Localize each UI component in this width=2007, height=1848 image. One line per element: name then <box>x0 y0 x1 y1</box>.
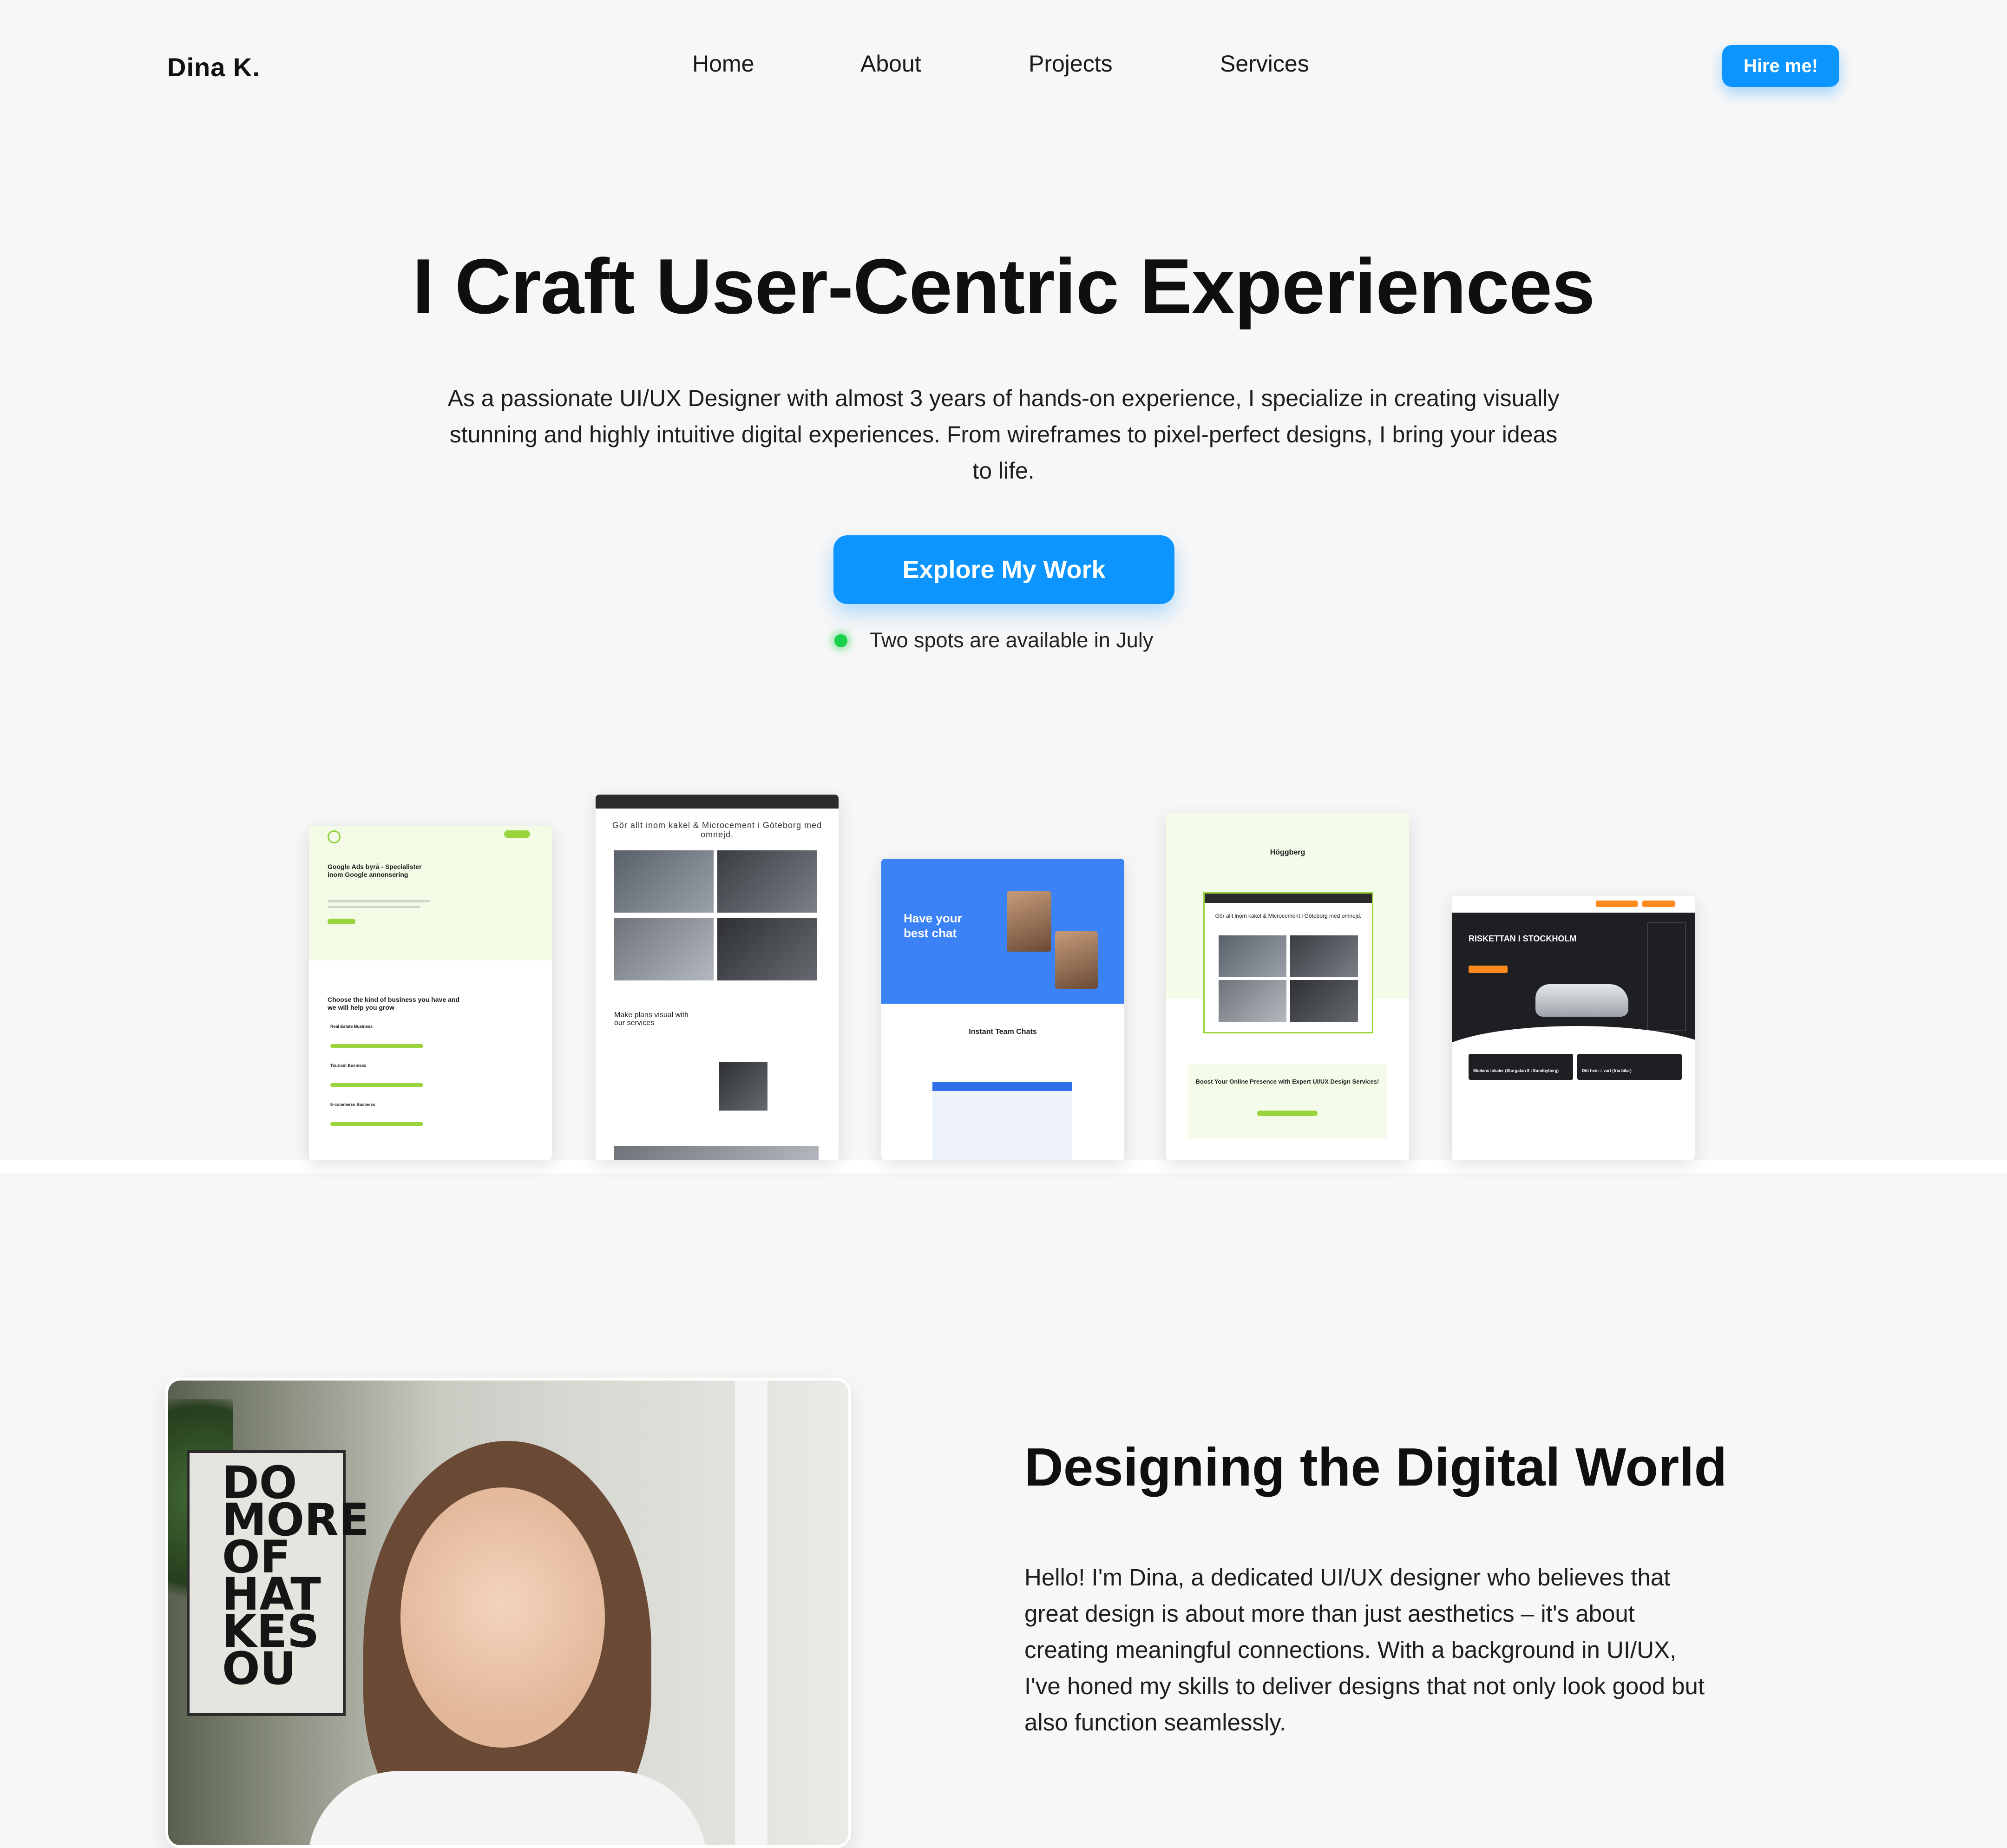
showcase-divider <box>0 1160 2007 1173</box>
card-brand: Höggberg <box>1270 848 1305 856</box>
card-cta <box>1596 901 1638 907</box>
person-face <box>400 1487 605 1748</box>
text-line <box>328 900 430 902</box>
card-cta <box>328 919 355 924</box>
chat-preview <box>932 1082 1072 1160</box>
project-card-kakel[interactable]: Gör allt inom kakel & Microcement i Göte… <box>596 795 839 1160</box>
hero-title: I Craft User-Centric Experiences <box>412 243 1595 330</box>
hero-subtitle: As a passionate UI/UX Designer with almo… <box>447 385 1560 484</box>
card-section-title: Instant Team Chats <box>969 1028 1037 1036</box>
logo-icon <box>328 830 341 843</box>
card-hero-area <box>309 826 552 960</box>
card-headline: RISKETTAN I STOCKHOLM <box>1469 934 1577 943</box>
explore-my-work-button[interactable]: Explore My Work <box>833 535 1174 604</box>
brand-logo[interactable]: Dina K. <box>167 52 260 82</box>
nav-projects[interactable]: Projects <box>1029 50 1113 77</box>
card-cta <box>1469 966 1508 973</box>
boost-text: Boost Your Online Presence with Expert U… <box>1195 1078 1379 1085</box>
boost-banner: Boost Your Online Presence with Expert U… <box>1187 1064 1387 1138</box>
card-nav-button <box>504 830 530 838</box>
list-item: E-commerce Business <box>330 1102 375 1107</box>
project-tile <box>1219 980 1286 1022</box>
card-section-title: Choose the kind of business you have and… <box>328 996 459 1011</box>
about-title: Designing the Digital World <box>1024 1437 1727 1497</box>
card-header <box>596 795 839 809</box>
card-section-title: Make plans visual with our services <box>614 1011 689 1027</box>
text-line <box>328 906 420 908</box>
window-frame <box>735 1381 767 1845</box>
project-tile <box>717 850 817 913</box>
project-tile <box>1290 980 1358 1022</box>
nav-about[interactable]: About <box>860 50 921 77</box>
nav-home[interactable]: Home <box>692 50 754 77</box>
project-tile <box>1219 935 1286 977</box>
location-box: Skolans lokaler (Storgatan 8 i Sundbyber… <box>1469 1054 1573 1080</box>
person-shirt <box>308 1771 707 1845</box>
availability-dot-icon <box>834 634 847 647</box>
card-cta <box>330 1122 423 1126</box>
card-cta <box>330 1083 423 1087</box>
list-item: Tourism Business <box>330 1063 367 1068</box>
project-card-risk[interactable]: RISKETTAN I STOCKHOLM Skolans lokaler (S… <box>1452 896 1695 1160</box>
card-headline: Google Ads byrå - Specialister inom Goog… <box>328 863 422 878</box>
project-tile <box>614 918 714 980</box>
location-text: Skolans lokaler (Storgatan 8 i Sundbyber… <box>1473 1068 1559 1073</box>
project-tile <box>1290 935 1358 977</box>
project-card-google-ads[interactable]: Google Ads byrå - Specialister inom Goog… <box>309 826 552 1160</box>
project-card-hoggberg[interactable]: Höggberg Gör allt inom kakel & Microceme… <box>1166 813 1409 1160</box>
card-headline: Gör allt inom kakel & Microcement i Göte… <box>612 821 822 839</box>
info-panel <box>1647 922 1686 1031</box>
poster: DO MORE OF HAT KES OU <box>187 1450 369 1716</box>
availability-text: Two spots are available in July <box>870 628 1154 652</box>
project-card-chat[interactable]: Have your best chat Instant Team Chats <box>881 859 1124 1160</box>
embedded-preview: Gör allt inom kakel & Microcement i Göte… <box>1203 892 1373 1033</box>
project-tile <box>717 918 817 980</box>
card-header <box>1205 894 1372 903</box>
about-text: Hello! I'm Dina, a dedicated UI/UX desig… <box>1024 1564 1705 1736</box>
list-item: Real Estate Business <box>330 1024 373 1029</box>
card-cta <box>1642 901 1675 907</box>
card-headline: Have your best chat <box>904 911 962 940</box>
avatar <box>1055 931 1098 989</box>
card-cta <box>330 1044 423 1048</box>
nav-services[interactable]: Services <box>1220 50 1309 77</box>
project-tile <box>614 1146 819 1160</box>
project-tile <box>614 850 714 913</box>
chat-preview-header <box>932 1082 1072 1091</box>
card-cta <box>1257 1111 1318 1116</box>
project-tile <box>719 1062 767 1111</box>
location-text: Ditt hem = vart (fria bilar) <box>1582 1068 1632 1073</box>
profile-photo: DO MORE OF HAT KES OU <box>165 1378 851 1848</box>
avatar <box>1007 891 1051 952</box>
car-image <box>1535 984 1628 1017</box>
poster-text: OU <box>222 1643 296 1695</box>
hire-me-button[interactable]: Hire me! <box>1722 45 1839 87</box>
card-headline: Gör allt inom kakel & Microcement i Göte… <box>1215 913 1362 919</box>
location-box: Ditt hem = vart (fria bilar) <box>1577 1054 1682 1080</box>
